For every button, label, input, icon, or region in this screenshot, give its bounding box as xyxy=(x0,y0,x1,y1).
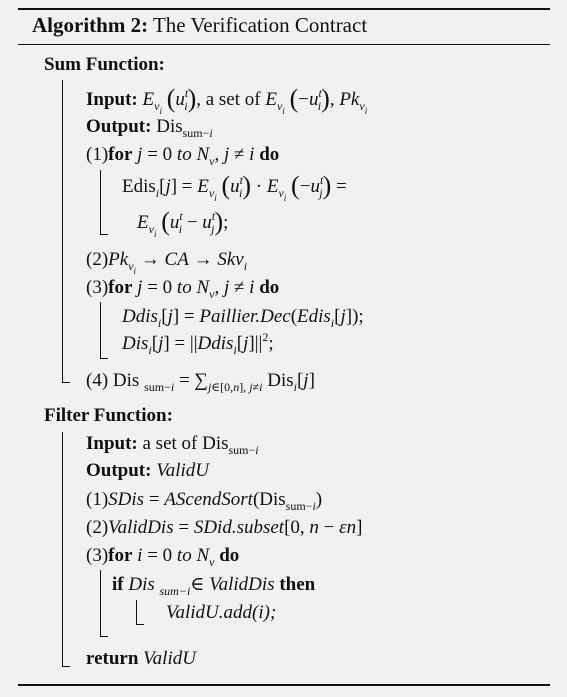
sum-block-foot xyxy=(62,382,70,383)
step1-loop-bar xyxy=(100,170,101,234)
step1-loop-foot xyxy=(100,234,108,235)
filter-block-foot xyxy=(62,666,70,667)
algorithm-title: Algorithm 2: The Verification Contract xyxy=(32,13,367,37)
sum-input-label: Input: xyxy=(86,89,138,110)
filter-if-line: if Dis sum−i∈ ValidDis then xyxy=(112,574,316,598)
filter-step2-line: (2)ValidDis = SDid.subset[0, n − εn] xyxy=(86,517,363,538)
if-block-bar xyxy=(136,600,137,624)
step3-body-line1: Ddisi[j] = Paillier.Dec(Edisi[j]); xyxy=(122,306,364,330)
filter-function-header: Filter Function: xyxy=(44,405,173,426)
filter-return-line: return ValidU xyxy=(86,648,196,669)
filter-output-text: ValidU xyxy=(156,460,209,481)
algorithm-label: Algorithm 2: xyxy=(32,13,149,37)
filter-step3-line: (3)for i = 0 to Nv do xyxy=(86,545,240,569)
filter-block-bar xyxy=(62,432,63,666)
step1-body-line1: Edisi[j] = Evi (uti) · Evi (−utj) = xyxy=(122,171,347,204)
step3-loop-foot xyxy=(100,358,108,359)
filter-loop-foot xyxy=(100,636,108,637)
sum-input-text: , a set of xyxy=(196,89,266,110)
sum-output-text: Dis xyxy=(156,116,183,137)
filter-output-line: Output: ValidU xyxy=(86,459,209,483)
step3-body-line2: Disi[j] = ||Ddisi[j]||2; xyxy=(122,330,274,357)
sum-step4-line: (4) Dis sum−i = ∑j∈[0,n], j≠i Disi[j] xyxy=(86,370,315,394)
filter-loop-bar xyxy=(100,570,101,636)
top-rule xyxy=(18,8,550,10)
sum-output-line: Output: Dissum−i xyxy=(86,116,213,140)
title-rule xyxy=(18,44,550,45)
bottom-rule xyxy=(18,684,550,686)
sum-input-line: Input: Evi (uti), a set of Evi (−uti), P… xyxy=(86,84,368,117)
step3-loop-bar xyxy=(100,302,101,358)
sum-step2-line: (2)Pkvi → CA → Skvi xyxy=(86,249,248,276)
filter-output-label: Output: xyxy=(86,460,152,481)
if-block-foot xyxy=(136,624,144,625)
filter-input-text: a set of Dis xyxy=(142,433,229,454)
sum-function-header: Sum Function: xyxy=(44,54,165,75)
filter-input-label: Input: xyxy=(86,433,138,454)
filter-input-line: Input: a set of Dissum−i xyxy=(86,433,259,457)
filter-step1-line: (1)SDis = AScendSort(Dissum−i) xyxy=(86,489,323,513)
sum-step3-line: (3)for j = 0 to Nv, j ≠ i do xyxy=(86,277,280,301)
step1-body-line2: Evi (uti − utj); xyxy=(137,207,229,240)
sum-block-bar xyxy=(62,80,63,382)
filter-add-line: ValidU.add(i); xyxy=(166,602,277,623)
algorithm-name: The Verification Contract xyxy=(152,13,368,37)
sum-output-label: Output: xyxy=(86,116,152,137)
sum-step1-line: (1)for j = 0 to Nv, j ≠ i do xyxy=(86,144,280,168)
